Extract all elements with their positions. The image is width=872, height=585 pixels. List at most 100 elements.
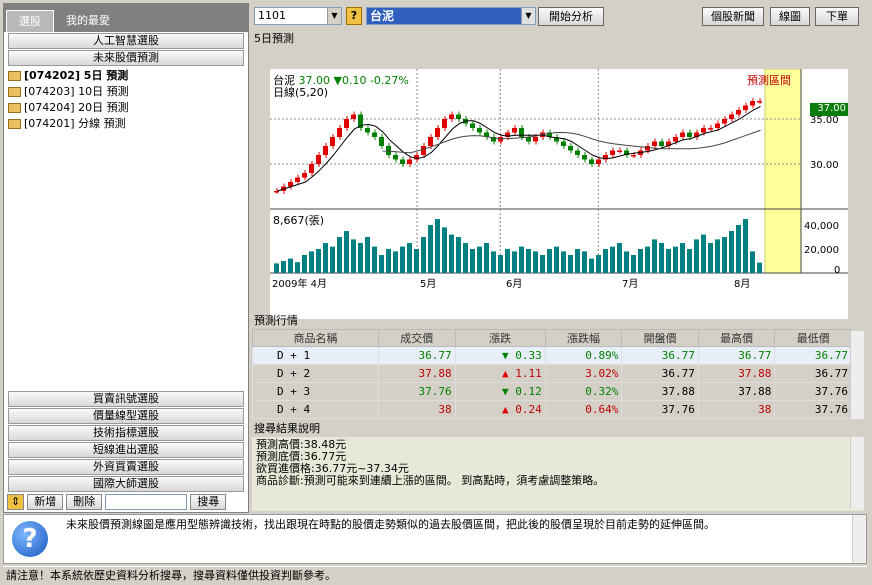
volume-bar (568, 255, 573, 273)
volume-bar (757, 262, 762, 273)
left-action-bar: ⇕ 新增 刪除 搜尋 (4, 493, 248, 511)
sort-icon[interactable]: ⇕ (7, 494, 25, 510)
row-name: D + 1 (251, 346, 380, 365)
candle (645, 146, 650, 151)
search-input[interactable] (105, 494, 188, 510)
search-button[interactable]: 搜尋 (190, 494, 227, 510)
volume-bar (309, 251, 314, 273)
candle (610, 150, 615, 155)
candle (365, 128, 370, 133)
stock-code-combo[interactable]: 1101 ▼ (254, 7, 342, 25)
price-forecast-button[interactable]: 未來股價預測 (8, 50, 244, 66)
tree-item-minute[interactable]: [074201] 分線 預測 (8, 116, 244, 132)
volume-bar (477, 246, 482, 273)
volume-bar (302, 255, 307, 273)
volume-bar (722, 237, 727, 273)
candle (498, 137, 503, 142)
result-panel: 搜尋結果說明 預測高價:38.48元 預測底價:36.77元 欲買進價格:36.… (252, 421, 864, 511)
column-header[interactable]: 漲跌幅 (544, 329, 623, 347)
order-button[interactable]: 下單 (815, 7, 859, 26)
column-header[interactable]: 最高價 (697, 329, 776, 347)
row-name: D + 2 (251, 364, 380, 383)
row-low: 36.77 (774, 346, 852, 365)
volume-bar (680, 243, 685, 273)
delete-button[interactable]: 刪除 (66, 494, 103, 510)
guru-screener-button[interactable]: 國際大師選股 (8, 476, 244, 492)
volume-tick-label: 40,000 (804, 221, 839, 232)
table-header: 商品名稱 成交價 漲跌 漲跌幅 開盤價 最高價 最低價 (251, 329, 852, 347)
chevron-down-icon[interactable]: ▼ (327, 8, 341, 24)
table-row[interactable]: D + 4 38 ▲ 0.24 0.64% 37.76 38 37.76 (251, 400, 852, 419)
volume-bar (407, 243, 412, 273)
volume-bar (589, 258, 594, 273)
add-button[interactable]: 新增 (27, 494, 64, 510)
volume-bar (316, 249, 321, 273)
volume-tick-label: 0 (834, 265, 840, 276)
price-chart: 35.00 30.00 40,000 20,000 0 2009年 4月 5月 6月 7月 8月 (270, 69, 848, 290)
column-header[interactable]: 商品名稱 (251, 329, 380, 347)
volume-bar (519, 246, 524, 273)
forecast-tree: [074202] 5日 預測 [074203] 10日 預測 [074204] … (4, 66, 248, 134)
signal-screener-button[interactable]: 買賣訊號選股 (8, 391, 244, 407)
candle (715, 123, 720, 128)
chevron-down-icon[interactable]: ▼ (521, 8, 535, 24)
row-high: 37.88 (697, 382, 776, 401)
volume-bar (708, 243, 713, 273)
ai-screener-button[interactable]: 人工智慧選股 (8, 33, 244, 49)
volume-bar (694, 239, 699, 273)
candle (680, 132, 685, 137)
indicator-screener-button[interactable]: 技術指標選股 (8, 425, 244, 441)
result-scrollbar[interactable] (850, 437, 864, 509)
table-row[interactable]: D + 3 37.76 ▼ 0.12 0.32% 37.88 37.88 37.76 (251, 382, 852, 401)
shortterm-screener-button[interactable]: 短線進出選股 (8, 442, 244, 458)
pattern-screener-button[interactable]: 價量線型選股 (8, 408, 244, 424)
status-bar: 請注意！本系統依歷史資料分析搜尋，搜尋資料僅供投資判斷參考。 (3, 566, 867, 583)
volume-bar (435, 219, 440, 273)
candle (512, 128, 517, 133)
table-scrollbar[interactable] (850, 331, 864, 419)
x-tick-label: 5月 (420, 278, 436, 290)
volume-bar (554, 246, 559, 273)
column-header[interactable]: 漲跌 (454, 329, 546, 347)
help-icon[interactable]: ? (346, 7, 362, 25)
volume-bar (393, 251, 398, 273)
volume-bar (596, 255, 601, 273)
candle (309, 164, 314, 173)
analyze-button[interactable]: 開始分析 (538, 7, 604, 26)
row-price: 36.77 (378, 346, 456, 365)
tab-favorites[interactable]: 我的最愛 (54, 10, 122, 32)
volume-label: 8,667(張) (273, 214, 325, 227)
x-tick-label: 6月 (506, 278, 522, 290)
volume-bar (582, 251, 587, 273)
stock-name-combo[interactable]: 台泥 ▼ (366, 7, 536, 25)
row-open: 37.76 (621, 400, 699, 419)
tab-screener[interactable]: 選股 (6, 10, 54, 32)
stock-news-button[interactable]: 個股新聞 (702, 7, 764, 26)
chart-button[interactable]: 線圖 (770, 7, 810, 26)
table-row[interactable]: D + 1 36.77 ▼ 0.33 0.89% 36.77 36.77 36.77 (251, 346, 852, 365)
column-header[interactable]: 最低價 (774, 329, 852, 347)
x-tick-label: 7月 (622, 278, 638, 290)
row-name: D + 4 (251, 400, 380, 419)
table-row[interactable]: D + 2 37.88 ▲ 1.11 3.02% 36.77 37.88 36.77 (251, 364, 852, 383)
volume-bar (512, 251, 517, 273)
folder-icon (8, 119, 21, 129)
column-header[interactable]: 開盤價 (621, 329, 699, 347)
row-high: 37.88 (697, 364, 776, 383)
x-tick-label: 2009年 4月 (272, 277, 327, 290)
volume-bar (736, 225, 741, 273)
volume-bar (274, 263, 279, 273)
left-panel: 選股 我的最愛 人工智慧選股 未來股價預測 [074202] 5日 預測 [07… (3, 3, 249, 513)
row-pct: 0.64% (544, 400, 623, 419)
tree-item-20day[interactable]: [074204] 20日 預測 (8, 100, 244, 116)
arrow-down-icon: ▼ (502, 385, 509, 398)
tree-item-5day[interactable]: [074202] 5日 預測 (8, 68, 244, 84)
column-header[interactable]: 成交價 (378, 329, 456, 347)
info-scrollbar[interactable] (852, 515, 866, 563)
volume-bar (617, 243, 622, 273)
forecast-high: 預測高價:38.48元 (256, 438, 347, 451)
foreign-screener-button[interactable]: 外資買賣選股 (8, 459, 244, 475)
volume-bar (687, 249, 692, 273)
candle (631, 155, 636, 157)
tree-item-10day[interactable]: [074203] 10日 預測 (8, 84, 244, 100)
